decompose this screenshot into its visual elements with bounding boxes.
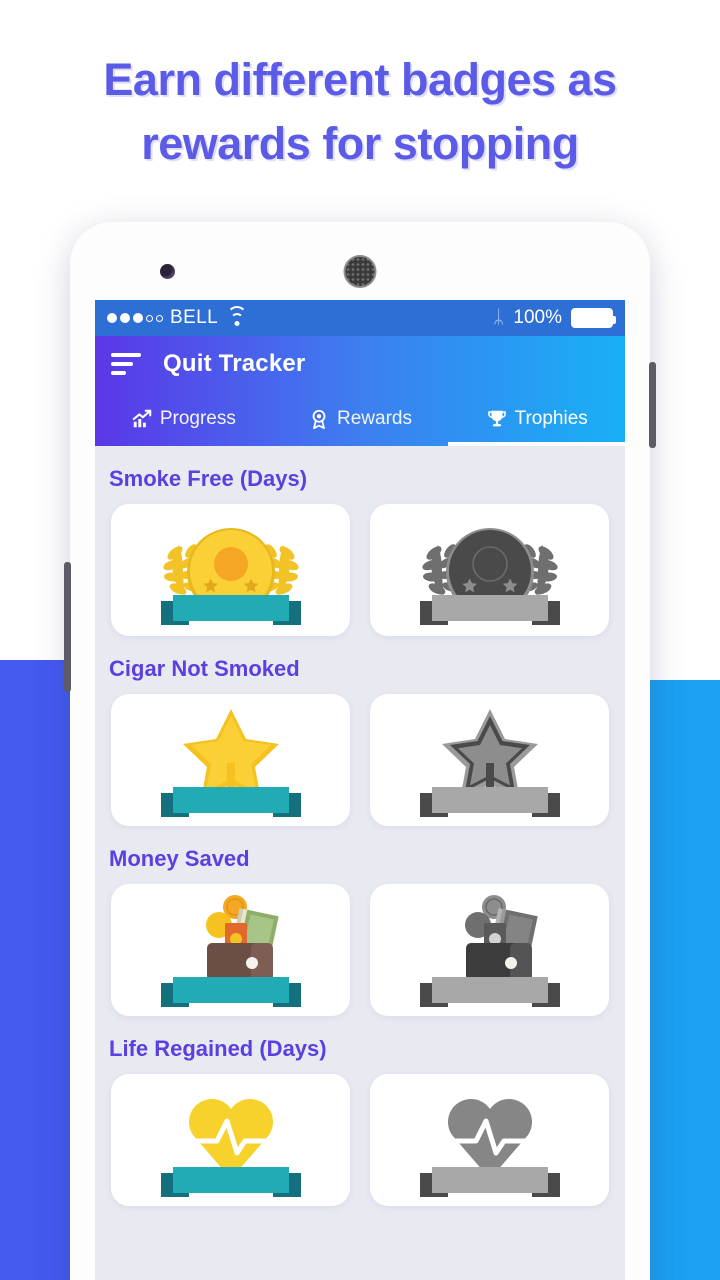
- phone-mockup: BELL ᛦ 100% Quit Tracker Progress Reward…: [64, 222, 656, 1280]
- badge-wallet-unlocked[interactable]: [111, 884, 350, 1016]
- badge-heart-pulse-unlocked[interactable]: [111, 1074, 350, 1206]
- page-headline: Earn different badges as rewards for sto…: [0, 48, 720, 176]
- badge-medal-wreath-locked[interactable]: [370, 504, 609, 636]
- tab-rewards[interactable]: Rewards: [272, 392, 449, 446]
- grey-medal-with-laurel-wreath: [419, 528, 560, 625]
- grey-heart-with-heartbeat: [419, 1098, 560, 1197]
- gold-medal-with-laurel-wreath: [160, 528, 301, 625]
- section-title-smoke-free: Smoke Free (Days): [109, 466, 308, 491]
- tab-progress-label: Progress: [159, 408, 236, 429]
- trophy-icon: [487, 410, 506, 427]
- bluetooth-icon: ᛦ: [492, 307, 505, 328]
- section-title-cigar-not-smoked: Cigar Not Smoked: [109, 656, 300, 681]
- chart-growth-icon: [132, 409, 152, 428]
- battery-icon: [571, 308, 616, 328]
- front-camera-icon: [160, 264, 175, 279]
- hamburger-menu-icon[interactable]: [111, 353, 141, 375]
- badge-star-trophy-locked[interactable]: [370, 694, 609, 826]
- badge-star-trophy-unlocked[interactable]: [111, 694, 350, 826]
- phone-power-button: [649, 362, 656, 448]
- headline-line-1: Earn different badges as: [103, 54, 617, 105]
- phone-volume-button: [64, 562, 71, 692]
- tab-rewards-label: Rewards: [337, 408, 412, 429]
- badge-row-smoke-free: [95, 504, 625, 636]
- badge-heart-pulse-locked[interactable]: [370, 1074, 609, 1206]
- carrier-label: BELL: [170, 307, 219, 328]
- grey-star-trophy: [419, 709, 560, 817]
- badge-medal-wreath-unlocked[interactable]: [111, 504, 350, 636]
- badge-row-money-saved: [95, 884, 625, 1016]
- tab-progress[interactable]: Progress: [95, 392, 272, 446]
- medal-ribbon-icon: [312, 409, 326, 430]
- yellow-heart-with-heartbeat: [160, 1098, 301, 1197]
- headline-line-2: rewards for stopping: [141, 117, 579, 169]
- tab-bar: Progress Rewards Trophies: [95, 392, 625, 446]
- tab-trophies-label: Trophies: [514, 408, 588, 429]
- earpiece-speaker-icon: [343, 255, 377, 288]
- badge-wallet-locked[interactable]: [370, 884, 609, 1016]
- badge-row-cigar-not-smoked: [95, 694, 625, 826]
- phone-screen: BELL ᛦ 100% Quit Tracker Progress Reward…: [95, 300, 625, 1280]
- section-title-life-regained: Life Regained (Days): [109, 1036, 327, 1061]
- section-title-money-saved: Money Saved: [109, 846, 250, 871]
- phone-top-bezel: [70, 222, 650, 300]
- signal-strength-icon: [107, 313, 163, 323]
- trophies-list: Smoke Free (Days) Cigar Not Smoked Money…: [95, 446, 625, 1216]
- wifi-icon: [227, 305, 248, 326]
- tab-trophies[interactable]: Trophies: [448, 392, 625, 446]
- gold-star-trophy: [160, 709, 301, 817]
- battery-percent-label: 100%: [513, 307, 562, 328]
- badge-row-life-regained: [95, 1074, 625, 1206]
- status-bar: BELL ᛦ 100%: [95, 300, 625, 336]
- grey-wallet-with-cash-and-coins: [419, 895, 560, 1007]
- app-title: Quit Tracker: [163, 350, 306, 377]
- app-bar: Quit Tracker Progress Rewards Trophies: [95, 336, 625, 446]
- wallet-with-cash-and-coins: [160, 895, 301, 1007]
